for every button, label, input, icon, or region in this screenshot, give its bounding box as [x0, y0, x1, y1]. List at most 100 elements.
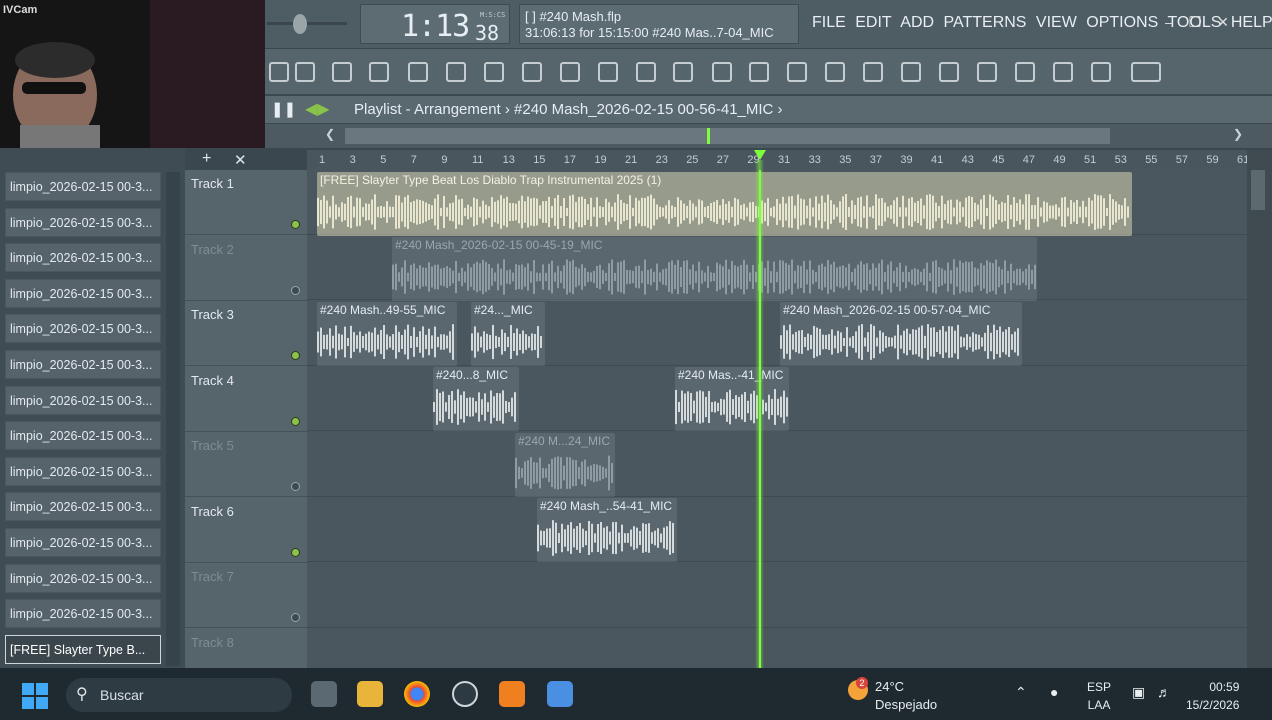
- minimize-icon[interactable]: –: [1165, 14, 1173, 30]
- link-chain-icon[interactable]: [1091, 62, 1111, 82]
- vertical-scrollbar[interactable]: [1247, 150, 1272, 668]
- add-track-icon[interactable]: +: [202, 150, 211, 168]
- menu-add[interactable]: ADD: [900, 14, 934, 31]
- plugin-icon[interactable]: [560, 62, 580, 82]
- restore-icon[interactable]: ❐: [1189, 14, 1202, 30]
- lane-7[interactable]: [307, 563, 1247, 628]
- browser-item[interactable]: limpio_2026-02-15 00-3...: [5, 599, 161, 629]
- track-header[interactable]: Track 2: [185, 236, 307, 301]
- track-mute-led[interactable]: [291, 220, 300, 229]
- browser-item[interactable]: limpio_2026-02-15 00-3...: [5, 385, 161, 415]
- chat-icon[interactable]: [863, 62, 883, 82]
- mixer-icon[interactable]: [332, 62, 352, 82]
- browser-item[interactable]: limpio_2026-02-15 00-3...: [5, 243, 161, 273]
- clip-track3-b[interactable]: #24..._MIC: [471, 302, 545, 366]
- pen-icon[interactable]: [1053, 62, 1073, 82]
- song-position-display[interactable]: 1:13 M:S:CS 38: [360, 4, 510, 45]
- track-mute-led[interactable]: [291, 285, 300, 295]
- volume-icon[interactable]: ♬: [1157, 684, 1171, 700]
- arrangement-overview[interactable]: [345, 128, 1110, 144]
- track-header[interactable]: Track 7: [185, 563, 307, 628]
- obs-icon[interactable]: [452, 681, 478, 707]
- scroll-left-icon[interactable]: ❮: [325, 127, 335, 141]
- clip-track5[interactable]: #240 M...24_MIC: [515, 433, 615, 497]
- timeline-ruler[interactable]: 1 3 5 7 9 11 13 15 17 19 21 23 25 27 29 31 33 35 37 39 41 43 4…: [307, 150, 1249, 170]
- menu-edit[interactable]: EDIT: [855, 14, 891, 31]
- hand-icon[interactable]: [636, 62, 656, 82]
- clip-track6[interactable]: #240 Mash_..54-41_MIC: [537, 498, 677, 562]
- browser-item[interactable]: limpio_2026-02-15 00-3...: [5, 563, 161, 593]
- master-volume-knob[interactable]: [293, 14, 307, 34]
- menu-view[interactable]: VIEW: [1036, 14, 1077, 31]
- piano-roll-icon[interactable]: [408, 62, 428, 82]
- help-icon[interactable]: [901, 62, 921, 82]
- browser-item[interactable]: limpio_2026-02-15 00-3...: [5, 350, 161, 379]
- browser-item[interactable]: limpio_2026-02-15 00-3...: [5, 528, 161, 557]
- scroll-right-icon[interactable]: ❯: [1233, 127, 1243, 141]
- track-header[interactable]: Track 5: [185, 432, 307, 497]
- clip-track4-a[interactable]: #240...8_MIC: [433, 367, 519, 431]
- track-mute-led[interactable]: [291, 416, 300, 426]
- close-icon[interactable]: ✕: [1217, 14, 1229, 30]
- flag-icon[interactable]: [1131, 62, 1161, 82]
- keyboard-icon[interactable]: [977, 62, 997, 82]
- brush-icon[interactable]: [598, 62, 618, 82]
- language-indicator[interactable]: ESP LAA: [1087, 678, 1111, 714]
- track-mute-led[interactable]: [291, 547, 300, 557]
- browser-item[interactable]: limpio_2026-02-15 00-3...: [5, 456, 161, 486]
- browser-item[interactable]: limpio_2026-02-15 00-3...: [5, 492, 161, 522]
- link-icon[interactable]: [295, 62, 315, 82]
- chrome-icon[interactable]: [404, 681, 430, 707]
- track-header[interactable]: Track 1: [185, 170, 307, 235]
- taskbar-clock[interactable]: 00:59 15/2/2026: [1186, 678, 1239, 714]
- clip-track3-c[interactable]: #240 Mash_2026-02-15 00-57-04_MIC: [780, 302, 1022, 366]
- browser-item[interactable]: limpio_2026-02-15 00-3...: [5, 314, 161, 344]
- menu-options[interactable]: OPTIONS: [1086, 14, 1158, 31]
- pause-icon[interactable]: ❚❚: [271, 100, 296, 118]
- weather-widget[interactable]: 24°C Despejado: [875, 678, 937, 714]
- arrow-right-icon[interactable]: [1015, 62, 1035, 82]
- track-header[interactable]: Track 4: [185, 367, 307, 432]
- menu-help[interactable]: HELP: [1231, 14, 1272, 31]
- clip-track3-a[interactable]: #240 Mash..49-55_MIC: [317, 302, 457, 366]
- lane-5[interactable]: [307, 432, 1247, 497]
- browser-item[interactable]: limpio_2026-02-15 00-3...: [5, 207, 161, 237]
- clip-track2[interactable]: #240 Mash_2026-02-15 00-45-19_MIC: [392, 237, 1037, 301]
- file-icon[interactable]: [522, 62, 542, 82]
- browser-item[interactable]: limpio_2026-02-15 00-3...: [5, 278, 161, 308]
- task-view-icon[interactable]: [311, 681, 337, 707]
- track-mute-led[interactable]: [291, 351, 300, 360]
- menu-patterns[interactable]: PATTERNS: [944, 14, 1027, 31]
- lane-6[interactable]: [307, 497, 1247, 562]
- menu-file[interactable]: FILE: [812, 14, 846, 31]
- save-icon[interactable]: [712, 62, 732, 82]
- master-volume-track[interactable]: [267, 22, 347, 25]
- track-mute-led[interactable]: [291, 613, 300, 622]
- render-icon[interactable]: [749, 62, 769, 82]
- snap-icon[interactable]: [269, 62, 289, 82]
- browser-item[interactable]: limpio_2026-02-15 00-3...: [5, 172, 161, 201]
- routing-icon[interactable]: [484, 62, 504, 82]
- browser-item[interactable]: [FREE] Slayter Type B...: [5, 634, 161, 664]
- refresh-icon[interactable]: [673, 62, 693, 82]
- taskbar-search[interactable]: ⚲ Buscar: [66, 678, 292, 712]
- track-header[interactable]: Track 6: [185, 498, 307, 563]
- track-header[interactable]: Track 3: [185, 301, 307, 366]
- start-icon[interactable]: [22, 683, 48, 709]
- app-icon[interactable]: [547, 681, 573, 707]
- tray-chevron-icon[interactable]: ⌃: [1015, 684, 1027, 701]
- channel-rack-icon[interactable]: [369, 62, 389, 82]
- vertical-scroll-thumb[interactable]: [1251, 170, 1265, 210]
- close-browser-icon[interactable]: ✕: [234, 151, 247, 169]
- fl-studio-icon[interactable]: [499, 681, 525, 707]
- microphone-icon[interactable]: [825, 62, 845, 82]
- clip-beat[interactable]: [FREE] Slayter Type Beat Los Diablo Trap…: [317, 172, 1132, 236]
- cut-icon[interactable]: [787, 62, 807, 82]
- clip-track4-b[interactable]: #240 Mas..-41_MIC: [675, 367, 789, 431]
- browser-item[interactable]: limpio_2026-02-15 00-3...: [5, 421, 161, 451]
- window-icon[interactable]: [939, 62, 959, 82]
- play-toggle-icon[interactable]: ◀▶: [305, 99, 330, 119]
- browser-scrollbar[interactable]: [166, 172, 180, 666]
- file-explorer-icon[interactable]: [357, 681, 383, 707]
- network-icon[interactable]: ▣: [1132, 684, 1145, 701]
